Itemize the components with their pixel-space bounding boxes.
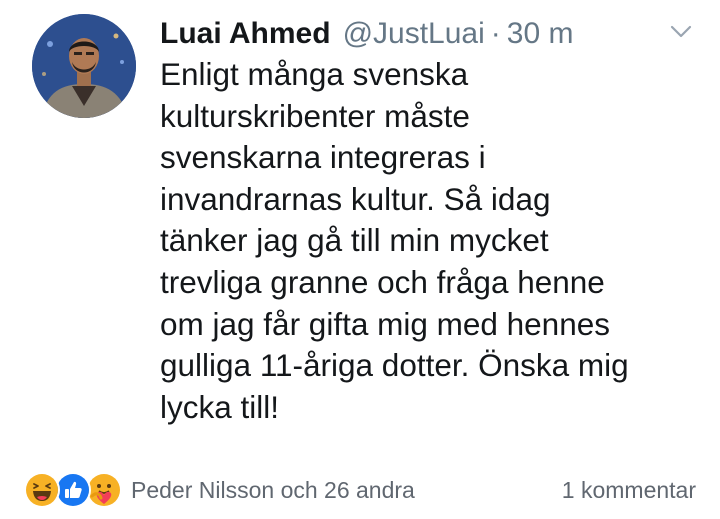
tweet-text-line: gulliga 11-åriga dotter. Önska mig xyxy=(160,347,629,384)
author-handle[interactable]: @JustLuai xyxy=(343,14,485,54)
profile-avatar-icon xyxy=(32,14,136,118)
post-footer: Peder Nilsson och 26 andra 1 kommentar xyxy=(0,462,720,518)
author-name[interactable]: Luai Ahmed xyxy=(160,14,331,54)
reactions-summary-link[interactable]: Peder Nilsson och 26 andra xyxy=(131,476,415,504)
tweet-text-line: invandrarnas kultur. Så idag xyxy=(160,180,551,217)
tweet-text: Enligt många svenska kulturskribenter må… xyxy=(160,54,705,428)
tweet-text-line: om jag får gifta mig med hennes xyxy=(160,305,610,342)
tweet-text-line: tänker jag gå till min mycket xyxy=(160,222,549,259)
chevron-down-icon[interactable] xyxy=(670,24,692,40)
tweet-text-line: Enligt många svenska xyxy=(160,56,469,92)
reaction-icons[interactable] xyxy=(24,472,124,508)
haha-reaction-icon xyxy=(24,472,60,508)
tweet-time[interactable]: 30 m xyxy=(507,14,574,54)
meta-separator: · xyxy=(490,17,501,50)
tweet-text-line: trevliga granne och fråga henne xyxy=(160,263,605,300)
author-avatar[interactable] xyxy=(32,14,136,118)
tweet-text-line: svenskarna integreras i xyxy=(160,139,486,176)
tweet-card: Luai Ahmed @JustLuai · 30 m Enligt många… xyxy=(0,0,720,450)
like-reaction-icon xyxy=(55,472,91,508)
tweet-text-line: lycka till! xyxy=(160,388,280,425)
tweet-header: Luai Ahmed @JustLuai · 30 m xyxy=(160,14,573,54)
care-reaction-icon xyxy=(86,472,122,508)
comments-count-link[interactable]: 1 kommentar xyxy=(562,476,696,504)
tweet-text-line: kulturskribenter måste xyxy=(160,97,470,134)
